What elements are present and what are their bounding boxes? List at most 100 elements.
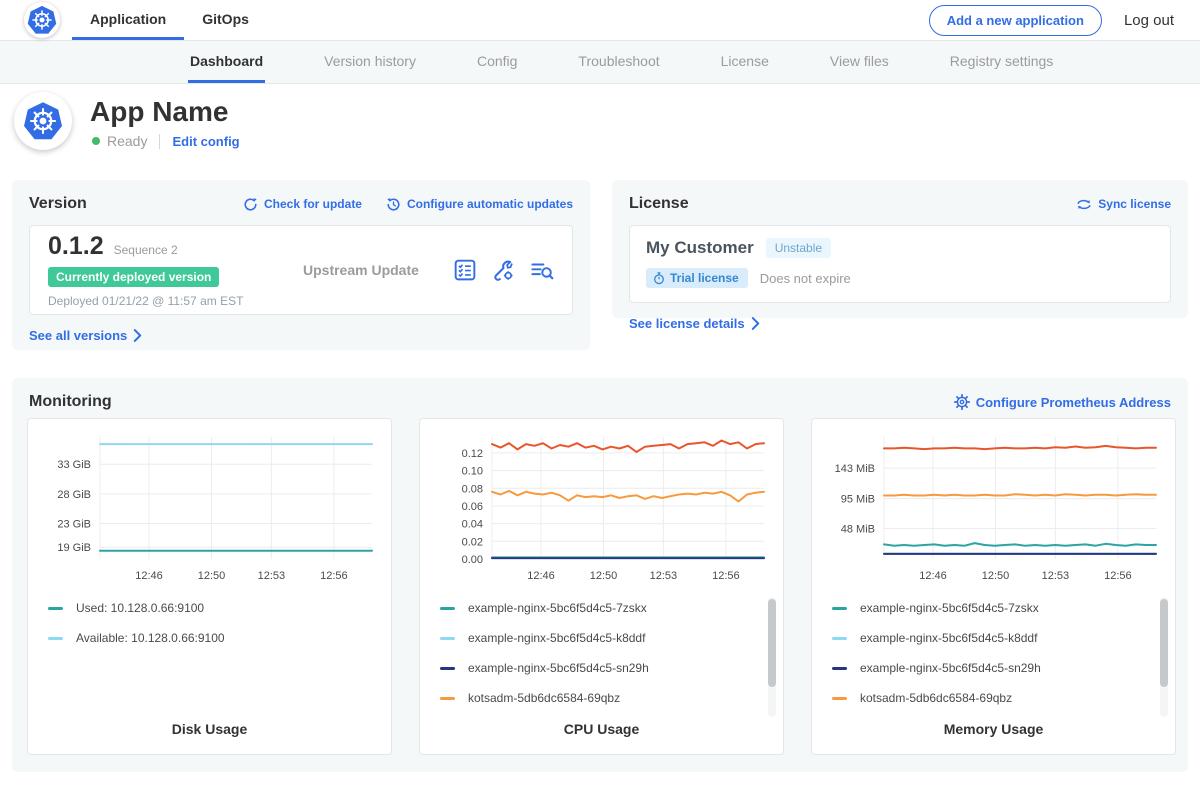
svg-text:23 GiB: 23 GiB bbox=[57, 519, 91, 531]
stopwatch-icon bbox=[653, 272, 665, 285]
svg-text:0.12: 0.12 bbox=[462, 448, 483, 460]
svg-text:12:56: 12:56 bbox=[712, 570, 740, 582]
top-tab-application-label: Application bbox=[90, 11, 166, 27]
tab-view-files-label: View files bbox=[830, 53, 889, 69]
page-title: App Name bbox=[90, 96, 228, 128]
monitoring-title: Monitoring bbox=[29, 393, 112, 411]
logout-button[interactable]: Log out bbox=[1124, 12, 1174, 29]
legend-dash-icon bbox=[48, 637, 63, 640]
svg-text:0.06: 0.06 bbox=[462, 501, 483, 513]
kubernetes-logo-icon bbox=[27, 5, 57, 35]
legend-item: example-nginx-5bc6f5d4c5-sn29h bbox=[832, 661, 1149, 675]
app-avatar bbox=[14, 92, 72, 150]
preflight-checklist-icon[interactable] bbox=[454, 259, 476, 281]
sync-license-link[interactable]: Sync license bbox=[1076, 197, 1171, 212]
tab-config-label: Config bbox=[477, 53, 517, 69]
license-card-title: License bbox=[629, 195, 689, 213]
tab-view-files[interactable]: View files bbox=[828, 41, 891, 83]
legend-label: kotsadm-5db6dc6584-69qbz bbox=[468, 691, 620, 705]
customer-name: My Customer bbox=[646, 238, 754, 258]
tab-license-label: License bbox=[721, 53, 769, 69]
top-nav-tabs: Application GitOps bbox=[72, 0, 267, 40]
legend-label: Used: 10.128.0.66:9100 bbox=[76, 601, 204, 615]
tab-troubleshoot-label: Troubleshoot bbox=[578, 53, 659, 69]
disk-usage-chart-card: 33 GiB28 GiB23 GiB19 GiB12:4612:5012:531… bbox=[27, 418, 392, 755]
tab-troubleshoot[interactable]: Troubleshoot bbox=[576, 41, 661, 83]
top-tab-gitops-label: GitOps bbox=[202, 11, 249, 27]
legend-dash-icon bbox=[832, 607, 847, 610]
legend-item: example-nginx-5bc6f5d4c5-k8ddf bbox=[440, 631, 757, 645]
see-license-details-link[interactable]: See license details bbox=[629, 316, 760, 331]
svg-text:0.00: 0.00 bbox=[462, 554, 483, 566]
svg-text:143 MiB: 143 MiB bbox=[835, 463, 875, 475]
legend-item: example-nginx-5bc6f5d4c5-7zskx bbox=[440, 601, 757, 615]
status-label: Ready bbox=[107, 133, 147, 149]
svg-text:48 MiB: 48 MiB bbox=[841, 524, 875, 536]
check-for-update-link[interactable]: Check for update bbox=[243, 197, 362, 212]
memory-usage-chart: 143 MiB95 MiB48 MiB12:4612:5012:5312:56 bbox=[820, 427, 1165, 587]
legend-dash-icon bbox=[832, 667, 847, 670]
current-version-box: 0.1.2 Sequence 2 Currently deployed vers… bbox=[29, 225, 573, 315]
cpu-usage-chart: 0.120.100.080.060.040.020.0012:4612:5012… bbox=[428, 427, 773, 587]
see-all-versions-label: See all versions bbox=[29, 328, 127, 343]
configure-prometheus-link[interactable]: Configure Prometheus Address bbox=[954, 394, 1171, 410]
chevron-right-icon bbox=[751, 317, 760, 330]
legend-label: Available: 10.128.0.66:9100 bbox=[76, 631, 225, 645]
svg-text:28 GiB: 28 GiB bbox=[57, 489, 91, 501]
legend-item: example-nginx-5bc6f5d4c5-k8ddf bbox=[832, 631, 1149, 645]
top-tab-application[interactable]: Application bbox=[72, 0, 184, 40]
memory-usage-legend: example-nginx-5bc6f5d4c5-7zskx example-ng… bbox=[832, 601, 1149, 721]
legend-label: example-nginx-5bc6f5d4c5-k8ddf bbox=[468, 631, 645, 645]
version-sequence: Sequence 2 bbox=[114, 243, 178, 257]
svg-text:0.10: 0.10 bbox=[462, 466, 483, 478]
refresh-icon bbox=[243, 197, 258, 212]
legend-dash-icon bbox=[440, 667, 455, 670]
legend-scrollbar-thumb[interactable] bbox=[1160, 599, 1168, 687]
divider bbox=[159, 134, 160, 149]
cpu-usage-legend: example-nginx-5bc6f5d4c5-7zskx example-ng… bbox=[440, 601, 757, 721]
sync-license-label: Sync license bbox=[1098, 197, 1171, 211]
edit-config-link[interactable]: Edit config bbox=[172, 134, 239, 149]
trial-license-badge: Trial license bbox=[646, 268, 748, 288]
legend-item: kotsadm-5db6dc6584-69qbz bbox=[832, 691, 1149, 705]
cpu-usage-title: CPU Usage bbox=[420, 721, 783, 737]
tab-registry-settings[interactable]: Registry settings bbox=[948, 41, 1055, 83]
disk-usage-title: Disk Usage bbox=[28, 721, 391, 737]
sync-icon bbox=[1076, 197, 1092, 212]
svg-text:12:50: 12:50 bbox=[198, 570, 226, 582]
memory-usage-chart-card: 143 MiB95 MiB48 MiB12:4612:5012:5312:56 … bbox=[811, 418, 1176, 755]
disk-usage-legend: Used: 10.128.0.66:9100 Available: 10.128.… bbox=[48, 601, 365, 661]
legend-scrollbar-thumb[interactable] bbox=[768, 599, 776, 687]
top-nav-right: Add a new application Log out bbox=[929, 0, 1200, 40]
tab-config[interactable]: Config bbox=[475, 41, 519, 83]
legend-item: kotsadm-5db6dc6584-69qbz bbox=[440, 691, 757, 705]
legend-dash-icon bbox=[440, 607, 455, 610]
deploy-logs-icon[interactable] bbox=[530, 259, 554, 281]
legend-dash-icon bbox=[48, 607, 63, 610]
legend-item: example-nginx-5bc6f5d4c5-sn29h bbox=[440, 661, 757, 675]
config-wrench-icon[interactable] bbox=[492, 259, 514, 281]
svg-text:0.04: 0.04 bbox=[462, 519, 483, 531]
top-nav-bar: Application GitOps Add a new application… bbox=[0, 0, 1200, 41]
top-tab-gitops[interactable]: GitOps bbox=[184, 0, 267, 40]
svg-text:12:46: 12:46 bbox=[527, 570, 555, 582]
configure-prometheus-label: Configure Prometheus Address bbox=[976, 395, 1171, 410]
tab-license[interactable]: License bbox=[719, 41, 771, 83]
configure-auto-updates-link[interactable]: Configure automatic updates bbox=[386, 197, 573, 212]
svg-text:95 MiB: 95 MiB bbox=[841, 494, 875, 506]
license-card: License Sync license My Customer Unstabl… bbox=[612, 180, 1188, 318]
license-box: My Customer Unstable Trial license Does … bbox=[629, 225, 1171, 303]
legend-item: example-nginx-5bc6f5d4c5-7zskx bbox=[832, 601, 1149, 615]
tab-version-history-label: Version history bbox=[324, 53, 416, 69]
svg-text:33 GiB: 33 GiB bbox=[57, 459, 91, 471]
tab-dashboard-label: Dashboard bbox=[190, 53, 263, 69]
legend-dash-icon bbox=[832, 697, 847, 700]
legend-dash-icon bbox=[440, 637, 455, 640]
app-status-row: Ready Edit config bbox=[92, 133, 240, 149]
tab-dashboard[interactable]: Dashboard bbox=[188, 41, 265, 83]
svg-text:12:56: 12:56 bbox=[320, 570, 348, 582]
add-application-button[interactable]: Add a new application bbox=[929, 5, 1102, 36]
tab-version-history[interactable]: Version history bbox=[322, 41, 418, 83]
legend-item: Used: 10.128.0.66:9100 bbox=[48, 601, 365, 615]
see-all-versions-link[interactable]: See all versions bbox=[29, 328, 142, 343]
